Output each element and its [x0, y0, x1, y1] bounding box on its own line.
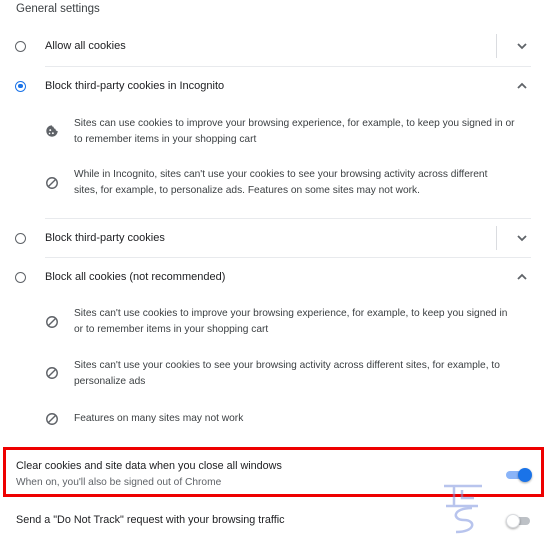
- separator: [496, 34, 497, 58]
- block-icon: [46, 177, 58, 189]
- detail-text-line: to remember items in your shopping cart: [74, 134, 257, 145]
- detail-text-line: While in Incognito, sites can't use your…: [74, 169, 488, 180]
- block-icon: [46, 316, 58, 328]
- radio-button-selected[interactable]: [15, 80, 26, 92]
- option-block-third-party[interactable]: Block third-party cookies: [0, 219, 550, 257]
- detail-text-line: Sites can't use cookies to improve your …: [74, 308, 508, 319]
- option-label: Block third-party cookies in Incognito: [45, 80, 225, 92]
- detail-text-line: Features on many sites may not work: [74, 413, 244, 424]
- block-icon: [46, 413, 58, 425]
- chevron-up-icon[interactable]: [514, 78, 530, 94]
- detail-text-line: Sites can't use your cookies to see your…: [74, 360, 500, 371]
- clear-on-exit-toggle[interactable]: [506, 468, 532, 482]
- toggle-knob: [518, 468, 532, 482]
- watermark-logo: [444, 484, 482, 534]
- chevron-up-icon[interactable]: [514, 269, 530, 285]
- option-allow-all-cookies[interactable]: Allow all cookies: [0, 27, 550, 65]
- detail-text-line: personalize ads: [74, 376, 146, 387]
- option-block-third-party-incognito[interactable]: Block third-party cookies in Incognito: [0, 67, 550, 105]
- chevron-down-icon[interactable]: [514, 38, 530, 54]
- separator: [496, 226, 497, 250]
- clear-on-exit-subtitle: When on, you'll also be signed out of Ch…: [16, 477, 222, 488]
- radio-button[interactable]: [15, 40, 26, 52]
- block-icon: [46, 367, 58, 379]
- detail-text-line: sites, for example, to personalize ads. …: [74, 185, 420, 196]
- clear-on-exit-title: Clear cookies and site data when you clo…: [16, 460, 282, 472]
- detail-text-line: or to remember items in your shopping ca…: [74, 324, 269, 335]
- option-label: Block third-party cookies: [45, 232, 165, 244]
- option-label: Allow all cookies: [45, 40, 126, 52]
- radio-button[interactable]: [15, 232, 26, 244]
- detail-text-line: Sites can use cookies to improve your br…: [74, 118, 515, 129]
- do-not-track-title: Send a "Do Not Track" request with your …: [16, 514, 285, 526]
- radio-button[interactable]: [15, 271, 26, 283]
- do-not-track-toggle[interactable]: [506, 514, 532, 528]
- option-label: Block all cookies (not recommended): [45, 271, 226, 283]
- toggle-knob: [506, 514, 520, 528]
- section-title: General settings: [16, 3, 100, 15]
- chevron-down-icon[interactable]: [514, 230, 530, 246]
- option-block-all-cookies[interactable]: Block all cookies (not recommended): [0, 258, 550, 296]
- cookie-icon: [46, 125, 58, 137]
